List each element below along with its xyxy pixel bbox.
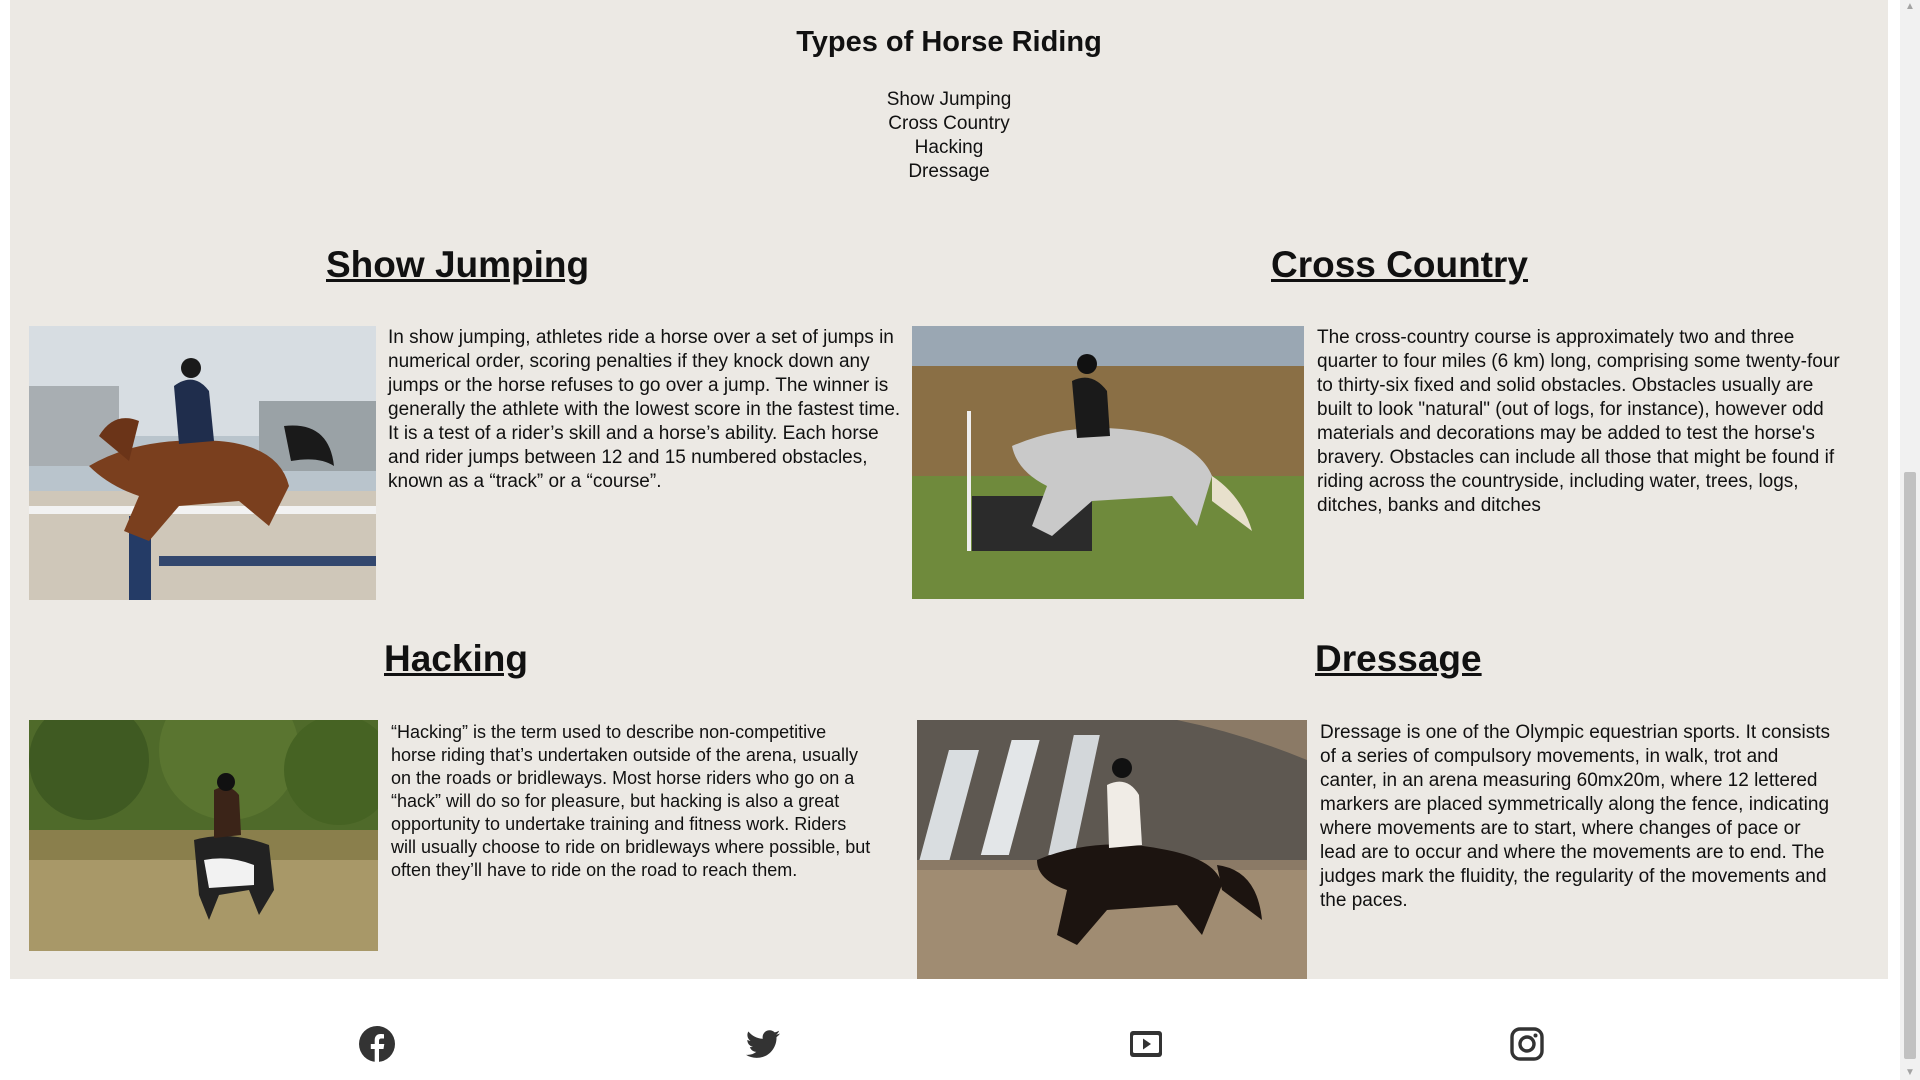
section-title-dressage: Dressage bbox=[1315, 638, 1482, 679]
youtube-icon[interactable] bbox=[1127, 1025, 1165, 1063]
facebook-icon[interactable] bbox=[358, 1025, 396, 1063]
toc-link-dressage[interactable]: Dressage bbox=[10, 160, 1888, 184]
dressage-photo bbox=[917, 720, 1307, 979]
instagram-icon[interactable] bbox=[1508, 1025, 1546, 1063]
footer bbox=[0, 979, 1888, 1080]
twitter-icon[interactable] bbox=[744, 1025, 782, 1063]
page-scrollbar[interactable]: ▲ ▼ bbox=[1900, 0, 1920, 1080]
scrollbar-thumb[interactable] bbox=[1904, 472, 1916, 1059]
cross-country-photo bbox=[912, 326, 1304, 599]
section-title-cross-country: Cross Country bbox=[1271, 244, 1528, 285]
toc-link-hacking[interactable]: Hacking bbox=[10, 136, 1888, 160]
page-title: Types of Horse Riding bbox=[796, 26, 1102, 58]
scroll-down-icon[interactable]: ▼ bbox=[1900, 1066, 1920, 1080]
table-of-contents: Show Jumping Cross Country Hacking Dress… bbox=[10, 88, 1888, 184]
toc-link-show-jumping[interactable]: Show Jumping bbox=[10, 88, 1888, 112]
show-jumping-photo bbox=[29, 326, 376, 600]
section-text-dressage: Dressage is one of the Olympic equestria… bbox=[1320, 722, 1831, 911]
section-text-show-jumping: In show jumping, athletes ride a horse o… bbox=[388, 327, 901, 492]
section-title-show-jumping: Show Jumping bbox=[326, 244, 590, 285]
toc-link-cross-country[interactable]: Cross Country bbox=[10, 112, 1888, 136]
hacking-photo bbox=[29, 720, 378, 951]
page-content: Types of Horse Riding Show Jumping Cross… bbox=[10, 0, 1888, 979]
section-title-hacking: Hacking bbox=[384, 638, 528, 679]
section-text-hacking: “Hacking” is the term used to describe n… bbox=[391, 722, 871, 880]
section-text-cross-country: The cross-country course is approximatel… bbox=[1317, 327, 1840, 516]
scroll-up-icon[interactable]: ▲ bbox=[1900, 0, 1920, 14]
